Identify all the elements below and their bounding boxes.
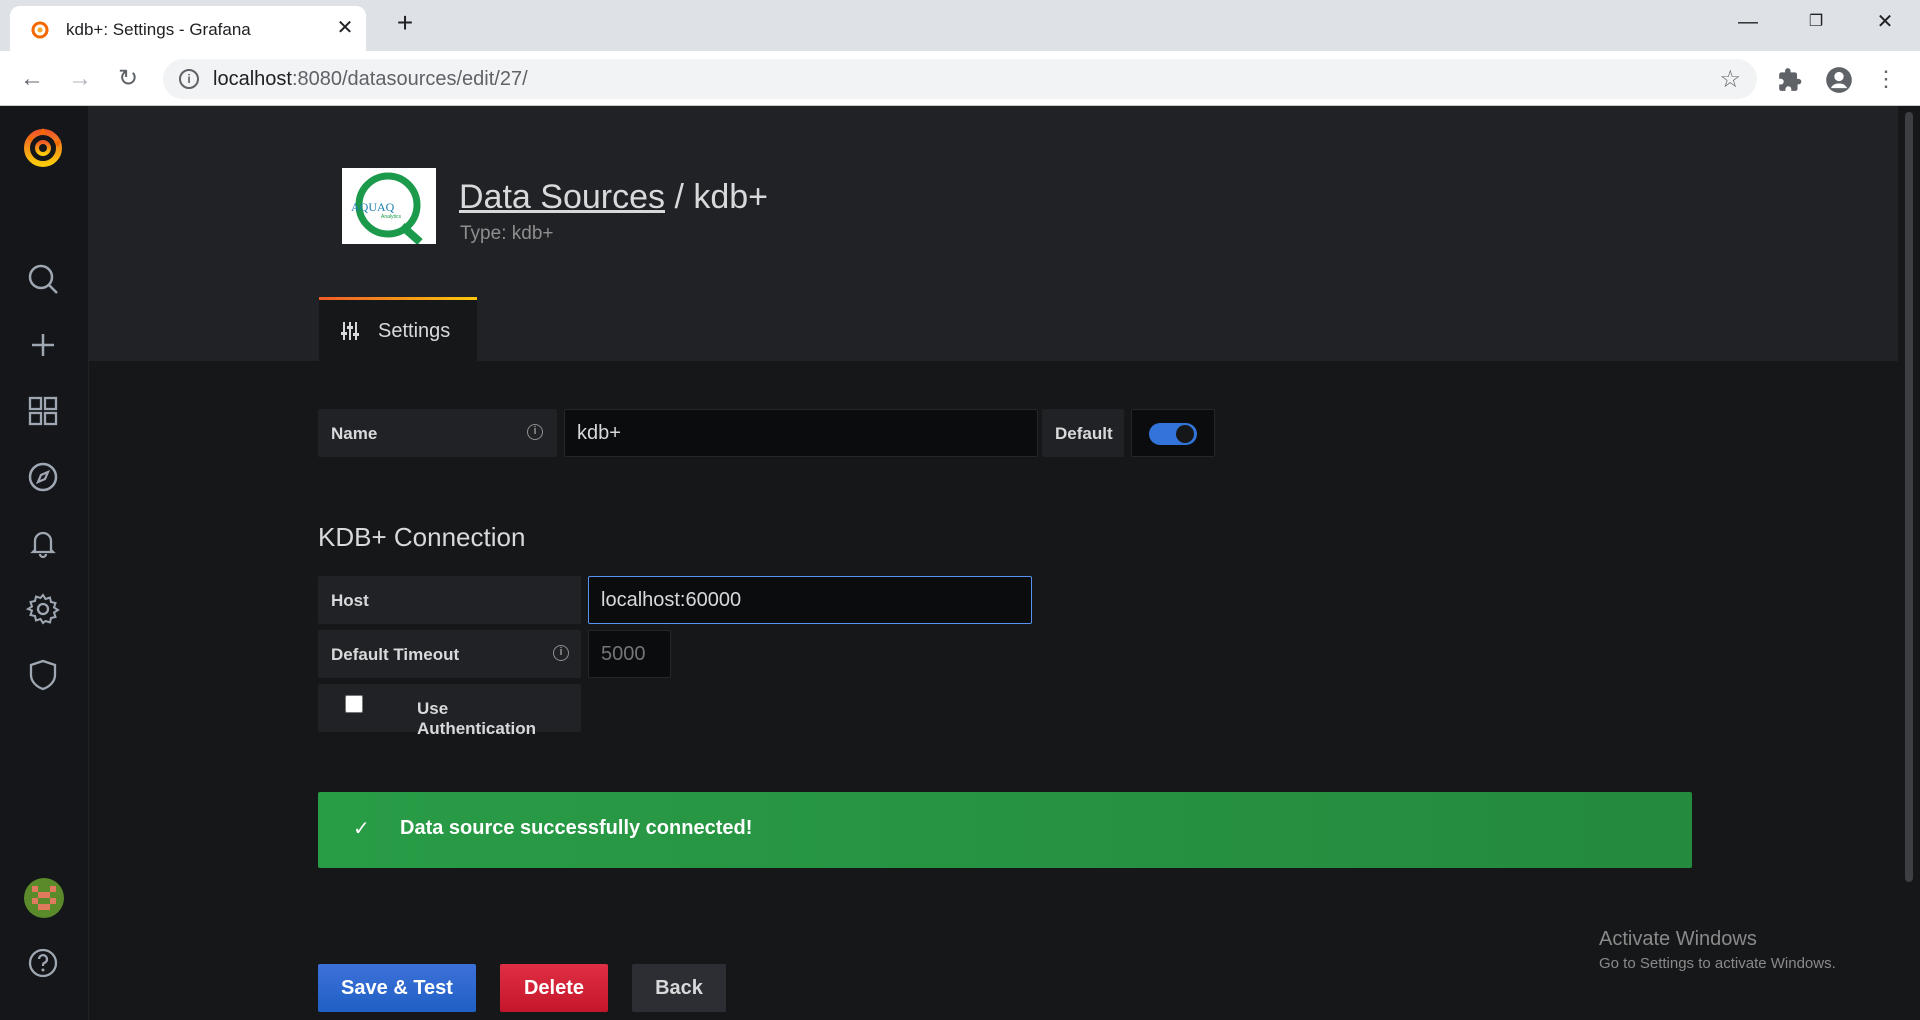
section-title-connection: KDB+ Connection — [318, 522, 526, 552]
main-content: AQUAQ Analytics Data Sources / kdb+ Type… — [89, 106, 1920, 1020]
minimize-icon[interactable]: — — [1725, 8, 1771, 38]
host-label: Host — [318, 576, 581, 624]
save-test-button[interactable]: Save & Test — [318, 964, 476, 1012]
browser-tab[interactable]: kdb+: Settings - Grafana ✕ — [10, 6, 366, 51]
page-subtitle: Type: kdb+ — [460, 223, 554, 244]
scrollbar-thumb[interactable] — [1905, 112, 1913, 882]
help-icon[interactable] — [26, 946, 60, 980]
tab-settings[interactable]: Settings — [319, 297, 477, 361]
address-bar[interactable]: i localhost:8080/datasources/edit/27/ ☆ — [163, 59, 1757, 99]
sidebar — [0, 106, 89, 1020]
grafana-favicon-icon — [31, 21, 49, 39]
bell-icon[interactable] — [26, 526, 60, 560]
timeout-info-icon[interactable]: i — [553, 645, 569, 661]
timeout-label: Default Timeout — [318, 630, 581, 678]
plus-icon[interactable] — [26, 328, 60, 362]
tab-title: kdb+: Settings - Grafana — [66, 20, 251, 39]
forward-arrow-icon[interactable]: → — [64, 63, 96, 95]
shield-icon[interactable] — [26, 658, 60, 692]
success-alert: ✓ Data source successfully connected! — [318, 792, 1692, 868]
default-toggle[interactable] — [1149, 423, 1197, 445]
name-info-icon[interactable]: i — [527, 424, 543, 440]
default-label: Default — [1042, 409, 1124, 457]
reload-icon[interactable]: ↻ — [112, 63, 144, 95]
breadcrumb-separator: / — [674, 178, 684, 216]
check-icon: ✓ — [353, 818, 370, 840]
browser-tabstrip: kdb+: Settings - Grafana ✕ + — ❐ ✕ — [0, 0, 1920, 51]
watermark-line1: Activate Windows — [1599, 928, 1757, 950]
url-text: localhost:8080/datasources/edit/27/ — [213, 68, 528, 90]
tab-close-icon[interactable]: ✕ — [333, 16, 357, 40]
alert-text: Data source successfully connected! — [400, 817, 753, 839]
page-title: Data Sources / kdb+ — [459, 178, 768, 217]
use-authentication-checkbox[interactable] — [345, 695, 363, 713]
default-toggle-wrapper — [1131, 409, 1215, 457]
name-label: Name — [318, 409, 557, 457]
host-input[interactable] — [588, 576, 1032, 624]
explore-icon[interactable] — [26, 460, 60, 494]
site-info-icon[interactable]: i — [179, 69, 199, 89]
search-icon[interactable] — [26, 262, 60, 296]
dashboards-icon[interactable] — [26, 394, 60, 428]
avatar[interactable] — [24, 878, 64, 918]
name-input[interactable] — [564, 409, 1038, 457]
bookmark-star-icon[interactable]: ☆ — [1719, 65, 1741, 94]
toggle-knob — [1176, 425, 1194, 443]
sliders-icon — [341, 322, 359, 340]
restore-icon[interactable]: ❐ — [1793, 8, 1839, 38]
breadcrumb-datasources-link[interactable]: Data Sources — [459, 178, 665, 216]
logo-subtext: Analytics — [381, 214, 402, 220]
back-button[interactable]: Back — [632, 964, 726, 1012]
browser-menu-icon[interactable]: ⋮ — [1870, 63, 1902, 95]
profile-icon[interactable] — [1825, 66, 1853, 94]
scrollbar[interactable] — [1898, 106, 1920, 1020]
window-close-icon[interactable]: ✕ — [1862, 8, 1908, 38]
gear-icon[interactable] — [26, 592, 60, 626]
page-header: AQUAQ Analytics Data Sources / kdb+ Type… — [89, 106, 1898, 361]
activate-windows-watermark: Activate Windows Go to Settings to activ… — [1599, 928, 1836, 972]
datasource-name: kdb+ — [693, 178, 769, 216]
grafana-logo-icon[interactable] — [20, 124, 66, 170]
back-arrow-icon[interactable]: ← — [16, 63, 48, 95]
extensions-icon[interactable] — [1777, 67, 1803, 93]
logo-text: AQUAQ — [351, 200, 395, 214]
new-tab-icon[interactable]: + — [392, 9, 418, 37]
browser-toolbar: ← → ↻ i localhost:8080/datasources/edit/… — [0, 51, 1920, 106]
watermark-line2: Go to Settings to activate Windows. — [1599, 955, 1836, 972]
delete-button[interactable]: Delete — [500, 964, 608, 1012]
timeout-input[interactable] — [588, 630, 671, 678]
tab-settings-label: Settings — [378, 320, 451, 342]
